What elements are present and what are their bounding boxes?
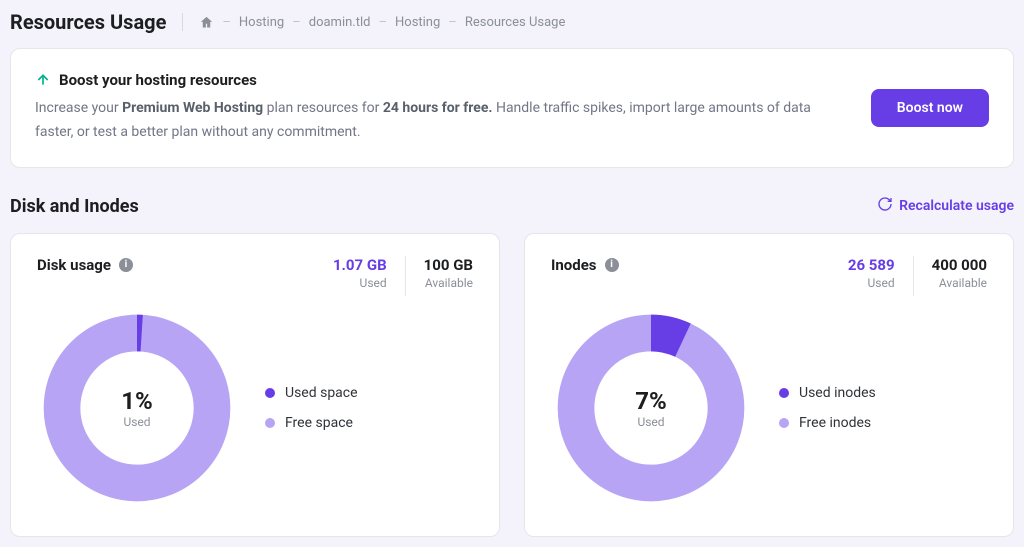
stat-divider: [405, 256, 406, 296]
breadcrumb-sep: –: [222, 15, 231, 30]
legend-label: Free space: [285, 415, 353, 431]
recalculate-link[interactable]: Recalculate usage: [877, 196, 1014, 216]
breadcrumb-item[interactable]: doamin.tld: [309, 15, 371, 30]
boost-title: Boost your hosting resources: [59, 71, 257, 89]
page-title: Resources Usage: [10, 10, 166, 34]
legend-label: Used inodes: [799, 385, 876, 401]
breadcrumb-item[interactable]: Hosting: [395, 15, 440, 30]
home-icon[interactable]: [199, 15, 214, 30]
inodes-donut-chart: 7% Used: [551, 308, 751, 508]
disk-percent: 1%: [121, 387, 153, 415]
legend-item: Used space: [265, 385, 358, 401]
disk-avail-label: Available: [424, 276, 473, 290]
inodes-used-value: 26 589: [848, 256, 895, 274]
inodes-title: Inodes: [551, 256, 597, 274]
arrow-up-icon: [35, 72, 51, 88]
legend-item: Free space: [265, 415, 358, 431]
info-icon[interactable]: i: [119, 258, 133, 272]
disk-used-label: Used: [333, 276, 387, 290]
disk-used-value: 1.07 GB: [333, 256, 387, 274]
breadcrumb: – Hosting – doamin.tld – Hosting – Resou…: [199, 15, 565, 30]
disk-avail-value: 100 GB: [424, 256, 473, 274]
boost-description: Increase your Premium Web Hosting plan r…: [35, 97, 847, 145]
disk-usage-card: Disk usage i 1.07 GB Used 100 GB Availab…: [10, 233, 500, 537]
legend-dot-free-icon: [779, 418, 789, 428]
stat-divider: [913, 256, 914, 296]
disk-donut-chart: 1% Used: [37, 308, 237, 508]
inodes-usage-card: Inodes i 26 589 Used 400 000 Available: [524, 233, 1014, 537]
breadcrumb-sep: –: [448, 15, 457, 30]
legend-item: Free inodes: [779, 415, 876, 431]
boost-card: Boost your hosting resources Increase yo…: [10, 48, 1014, 168]
breadcrumb-item: Resources Usage: [465, 15, 566, 30]
breadcrumb-sep: –: [378, 15, 387, 30]
inodes-percent: 7%: [635, 387, 667, 415]
legend-dot-free-icon: [265, 418, 275, 428]
legend-dot-used-icon: [265, 388, 275, 398]
info-icon[interactable]: i: [605, 258, 619, 272]
divider: [182, 13, 183, 31]
refresh-icon: [877, 196, 893, 216]
disk-legend: Used space Free space: [265, 385, 358, 431]
legend-item: Used inodes: [779, 385, 876, 401]
inodes-used-label: Used: [848, 276, 895, 290]
recalculate-label: Recalculate usage: [899, 198, 1014, 214]
boost-now-button[interactable]: Boost now: [871, 89, 989, 127]
disk-usage-title: Disk usage: [37, 256, 111, 274]
inodes-legend: Used inodes Free inodes: [779, 385, 876, 431]
legend-label: Free inodes: [799, 415, 871, 431]
breadcrumb-sep: –: [292, 15, 301, 30]
breadcrumb-item[interactable]: Hosting: [239, 15, 284, 30]
inodes-avail-label: Available: [932, 276, 987, 290]
legend-dot-used-icon: [779, 388, 789, 398]
section-title: Disk and Inodes: [10, 196, 139, 217]
disk-percent-sub: Used: [123, 415, 150, 429]
inodes-percent-sub: Used: [637, 415, 664, 429]
legend-label: Used space: [285, 385, 358, 401]
inodes-avail-value: 400 000: [932, 256, 987, 274]
